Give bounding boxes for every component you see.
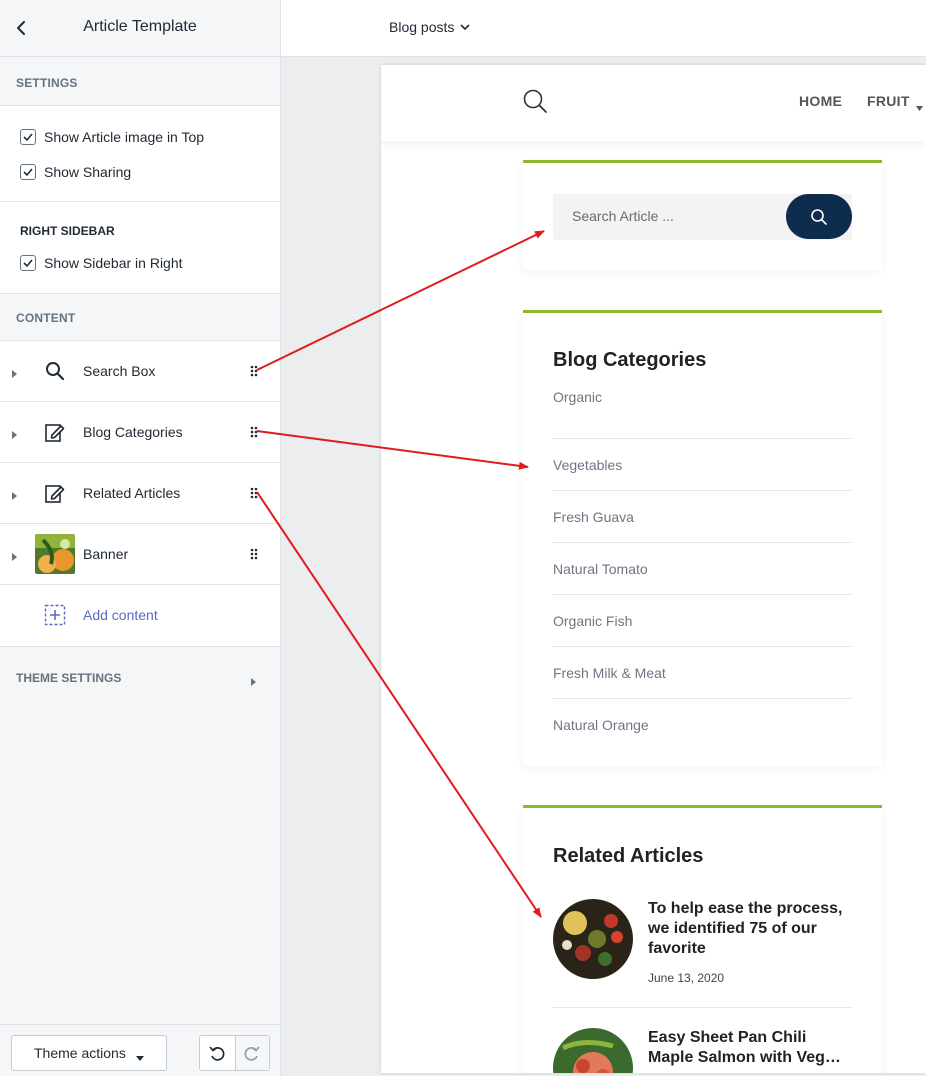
checkbox-checked-icon[interactable] bbox=[20, 164, 36, 180]
editor-topbar: Blog posts bbox=[281, 0, 926, 57]
drag-handle-icon[interactable] bbox=[249, 364, 259, 378]
add-section-icon bbox=[44, 604, 66, 626]
related-article-item[interactable]: To help ease the process, we identified … bbox=[553, 899, 852, 989]
store-header: HOME FRUIT bbox=[381, 65, 926, 141]
right-sidebar-panel: RIGHT SIDEBAR Show Sidebar in Right bbox=[0, 202, 280, 294]
search-icon bbox=[811, 208, 827, 225]
redo-icon[interactable] bbox=[234, 1036, 269, 1070]
sidebar-footer: Theme actions bbox=[0, 1024, 280, 1076]
expand-caret-icon[interactable] bbox=[11, 549, 19, 561]
search-icon bbox=[44, 360, 66, 382]
content-item-search-box[interactable]: Search Box bbox=[0, 341, 280, 402]
category-link[interactable]: Natural Orange bbox=[553, 699, 852, 751]
category-link[interactable]: Organic Fish bbox=[553, 595, 852, 647]
drag-handle-icon[interactable] bbox=[249, 486, 259, 500]
theme-editor-sidebar: Article Template SETTINGS Show Article i… bbox=[0, 0, 281, 1076]
edit-icon bbox=[44, 482, 66, 504]
drag-handle-icon[interactable] bbox=[249, 425, 259, 439]
checkbox-checked-icon[interactable] bbox=[20, 129, 36, 145]
show-sidebar-right-checkbox[interactable]: Show Sidebar in Right bbox=[20, 254, 183, 272]
widget-title: Related Articles bbox=[553, 845, 704, 867]
expand-caret-icon[interactable] bbox=[11, 427, 19, 439]
article-date: June 13, 2020 bbox=[648, 971, 725, 985]
content-item-label: Related Articles bbox=[83, 485, 181, 501]
category-link[interactable]: Organic bbox=[553, 389, 852, 439]
article-search-input[interactable]: Search Article ... bbox=[553, 194, 852, 240]
nav-fruit[interactable]: FRUIT bbox=[867, 93, 910, 109]
category-link[interactable]: Vegetables bbox=[553, 439, 852, 491]
page-selector[interactable]: Blog posts bbox=[389, 19, 470, 35]
content-item-label: Search Box bbox=[83, 363, 156, 379]
related-articles-widget: Related Articles To help ease the proces… bbox=[523, 805, 882, 1073]
theme-settings-row[interactable]: THEME SETTINGS bbox=[0, 646, 280, 708]
content-item-label: Banner bbox=[83, 546, 129, 562]
sidebar-header: Article Template bbox=[0, 0, 280, 57]
search-box-widget: Search Article ... bbox=[523, 160, 882, 270]
add-content-button[interactable]: Add content bbox=[0, 585, 280, 646]
widget-title: Blog Categories bbox=[553, 349, 707, 371]
content-item-banner[interactable]: Banner bbox=[0, 524, 280, 585]
article-title[interactable]: Easy Sheet Pan Chili Maple Salmon with V… bbox=[648, 1028, 853, 1068]
banner-thumbnail bbox=[35, 534, 75, 574]
edit-icon bbox=[44, 421, 66, 443]
theme-actions-button[interactable]: Theme actions bbox=[11, 1035, 167, 1071]
expand-caret-icon[interactable] bbox=[11, 366, 19, 378]
chevron-down-icon bbox=[135, 1049, 144, 1061]
nav-home[interactable]: HOME bbox=[799, 93, 842, 109]
content-heading: CONTENT bbox=[16, 311, 76, 325]
store-preview: HOME FRUIT Search Article ... Blog Categ… bbox=[381, 65, 926, 1073]
category-list: Organic Vegetables Fresh Guava Natural T… bbox=[553, 389, 852, 751]
caret-down-icon bbox=[916, 98, 923, 111]
undo-redo-group bbox=[199, 1035, 270, 1071]
show-image-top-checkbox[interactable]: Show Article image in Top bbox=[20, 128, 204, 146]
theme-settings-label: THEME SETTINGS bbox=[16, 671, 122, 685]
divider bbox=[553, 1007, 852, 1008]
undo-icon[interactable] bbox=[200, 1036, 235, 1070]
category-link[interactable]: Fresh Guava bbox=[553, 491, 852, 543]
category-link[interactable]: Fresh Milk & Meat bbox=[553, 647, 852, 699]
search-icon[interactable] bbox=[522, 88, 548, 114]
search-placeholder: Search Article ... bbox=[572, 208, 674, 224]
content-item-related-articles[interactable]: Related Articles bbox=[0, 463, 280, 524]
add-content-label: Add content bbox=[83, 607, 158, 623]
checkbox-checked-icon[interactable] bbox=[20, 255, 36, 271]
page-selector-label: Blog posts bbox=[389, 19, 455, 35]
show-sharing-checkbox[interactable]: Show Sharing bbox=[20, 163, 131, 181]
theme-actions-label: Theme actions bbox=[34, 1045, 126, 1061]
category-link[interactable]: Natural Tomato bbox=[553, 543, 852, 595]
right-sidebar-heading: RIGHT SIDEBAR bbox=[20, 224, 115, 238]
blog-categories-widget: Blog Categories Organic Vegetables Fresh… bbox=[523, 310, 882, 766]
sidebar-title: Article Template bbox=[83, 18, 197, 35]
expand-caret-icon[interactable] bbox=[11, 488, 19, 500]
expand-caret-icon[interactable] bbox=[250, 674, 258, 686]
drag-handle-icon[interactable] bbox=[249, 547, 259, 561]
search-submit-button[interactable] bbox=[786, 194, 852, 239]
article-title[interactable]: To help ease the process, we identified … bbox=[648, 899, 853, 959]
article-thumbnail[interactable] bbox=[553, 1028, 633, 1073]
content-item-blog-categories[interactable]: Blog Categories bbox=[0, 402, 280, 463]
content-item-label: Blog Categories bbox=[83, 424, 183, 440]
content-list: Search Box Blog Categories Related Artic… bbox=[0, 340, 280, 647]
related-article-item[interactable]: Easy Sheet Pan Chili Maple Salmon with V… bbox=[553, 1028, 852, 1073]
article-thumbnail[interactable] bbox=[553, 899, 633, 979]
chevron-down-icon bbox=[460, 23, 470, 30]
settings-panel: Show Article image in Top Show Sharing bbox=[0, 105, 280, 202]
settings-heading: SETTINGS bbox=[16, 76, 78, 90]
